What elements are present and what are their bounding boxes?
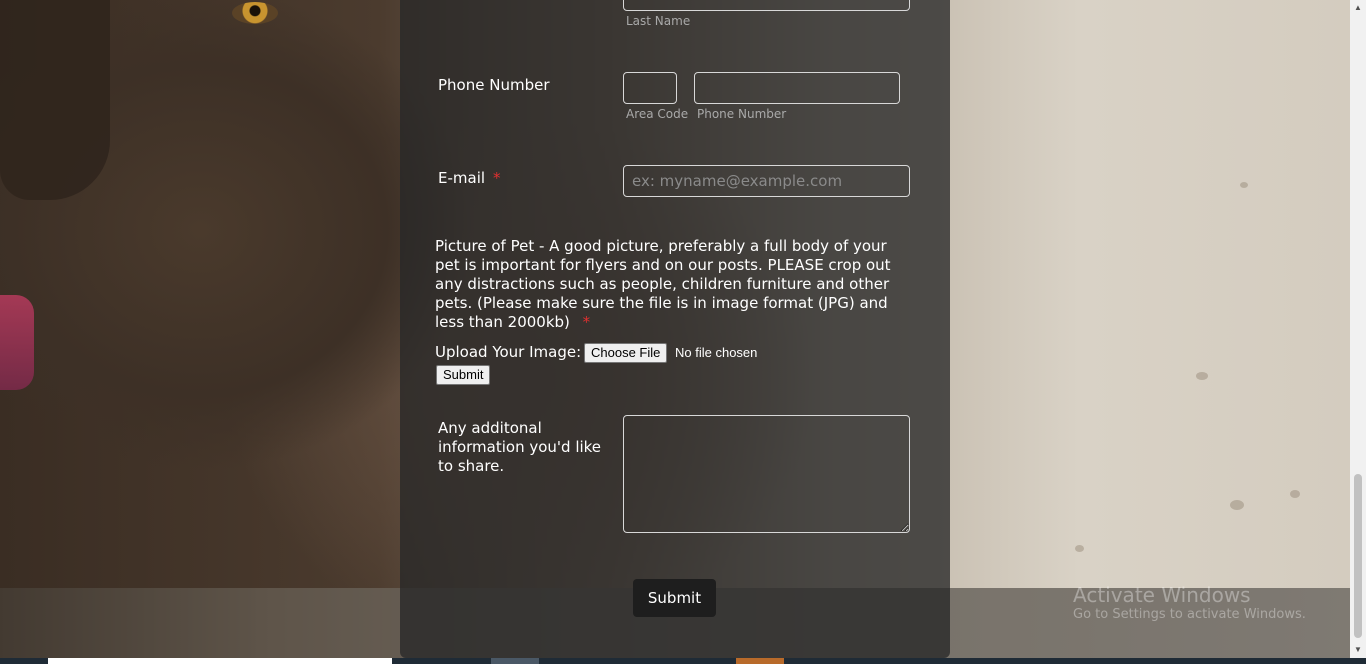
submit-button[interactable]: Submit bbox=[633, 579, 716, 617]
last-name-sublabel: Last Name bbox=[626, 14, 691, 28]
picture-description-text: Picture of Pet - A good picture, prefera… bbox=[435, 237, 891, 331]
taskbar-app-icon[interactable] bbox=[491, 658, 539, 664]
activate-windows-subtitle: Go to Settings to activate Windows. bbox=[1073, 607, 1306, 622]
email-label-text: E-mail bbox=[438, 169, 486, 187]
taskbar bbox=[0, 658, 1366, 664]
activate-windows-title: Activate Windows bbox=[1073, 583, 1251, 607]
picture-description: Picture of Pet - A good picture, prefera… bbox=[435, 237, 915, 332]
last-name-input[interactable] bbox=[623, 0, 910, 11]
area-code-sublabel: Area Code bbox=[626, 107, 689, 121]
dog-eye-shape bbox=[232, 2, 278, 24]
registration-form-panel: Last Name Phone Number Area Code Phone N… bbox=[400, 0, 950, 658]
sand-speck bbox=[1240, 182, 1248, 188]
phone-number-sublabel: Phone Number bbox=[697, 107, 787, 121]
upload-submit-button[interactable]: Submit bbox=[436, 365, 491, 385]
taskbar-search-box[interactable] bbox=[48, 658, 392, 664]
phone-number-input[interactable] bbox=[694, 72, 900, 104]
scroll-up-arrow-icon[interactable]: ▲ bbox=[1350, 0, 1366, 16]
required-asterisk: * bbox=[582, 313, 591, 331]
area-code-input[interactable] bbox=[623, 72, 677, 104]
no-file-chosen-text: No file chosen bbox=[675, 345, 758, 360]
page-viewport: Last Name Phone Number Area Code Phone N… bbox=[0, 0, 1366, 664]
sand-speck bbox=[1075, 545, 1084, 552]
scrollbar-thumb[interactable] bbox=[1354, 474, 1362, 638]
phone-number-label: Phone Number bbox=[438, 76, 550, 94]
scroll-down-arrow-icon[interactable]: ▼ bbox=[1350, 642, 1366, 658]
dog-ear-shape bbox=[0, 0, 110, 200]
email-input[interactable] bbox=[623, 165, 910, 197]
email-label: E-mail * bbox=[438, 169, 501, 187]
taskbar-app-icon[interactable] bbox=[736, 658, 784, 664]
sand-speck bbox=[1230, 500, 1244, 510]
upload-image-label: Upload Your Image: bbox=[435, 343, 582, 361]
choose-file-button[interactable]: Choose File bbox=[584, 343, 668, 363]
sand-speck bbox=[1196, 372, 1208, 380]
additional-info-textarea[interactable] bbox=[623, 415, 910, 533]
dog-collar-shape bbox=[0, 295, 34, 390]
page-scrollbar[interactable]: ▲ ▼ bbox=[1350, 0, 1366, 658]
required-asterisk: * bbox=[493, 169, 501, 187]
sand-speck bbox=[1290, 490, 1300, 498]
additional-info-label: Any additonal information you'd like to … bbox=[438, 419, 602, 475]
